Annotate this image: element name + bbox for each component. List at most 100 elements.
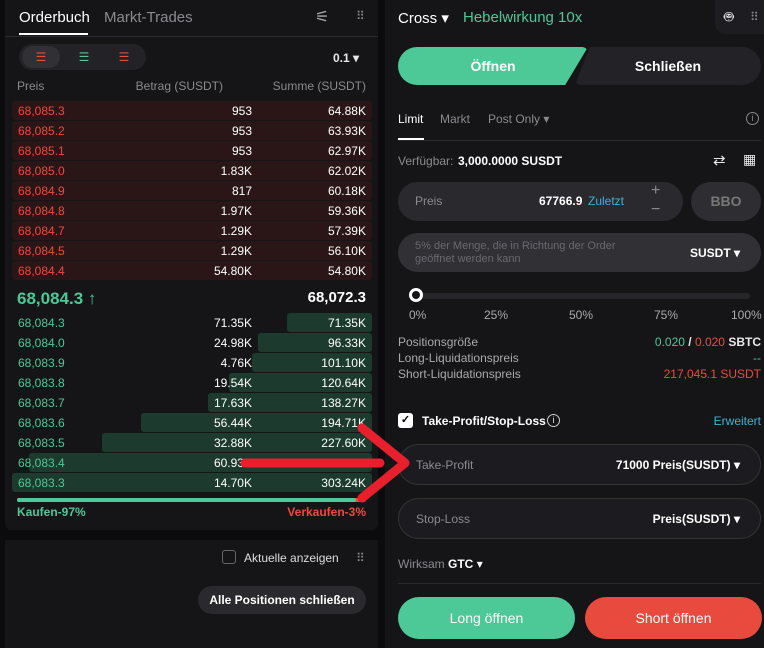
- amount: 17.63K: [213, 396, 252, 410]
- orderbook-panel: Orderbuch Markt-Trades ⚟ ⠿ ☰ ☰ ☰ 0.1 ▾ P…: [5, 0, 378, 530]
- amount: 1.29K: [220, 244, 252, 258]
- order-type-post-only[interactable]: Post Only ▾: [488, 112, 549, 126]
- amount-slider[interactable]: [409, 288, 750, 302]
- header-sum: Summe (SUSDT): [272, 79, 366, 93]
- depth-bar: [12, 121, 372, 140]
- price: 68,083.4: [18, 456, 65, 470]
- bid-row[interactable]: 68,083.4 60.93K 288.53K: [12, 453, 372, 472]
- tab-market-trades[interactable]: Markt-Trades: [104, 9, 193, 26]
- positions-panel: Aktuelle anzeigen ⠿ Alle Positionen schl…: [5, 540, 378, 648]
- position-short: 0.020: [694, 335, 725, 349]
- long-open-button[interactable]: Long öffnen: [398, 597, 575, 639]
- amount-unit-select[interactable]: SUSDT ▾: [690, 246, 740, 260]
- margin-mode-select[interactable]: Cross ▾: [398, 9, 449, 27]
- bid-row[interactable]: 68,083.5 32.88K 227.60K: [12, 433, 372, 452]
- tp-value-unit[interactable]: 71000 Preis(SUSDT) ▾: [616, 458, 740, 472]
- drag-handle-icon[interactable]: ⠿: [356, 9, 365, 23]
- drag-handle-icon[interactable]: ⠿: [356, 551, 365, 565]
- ask-row[interactable]: 68,084.5 1.29K 56.10K: [12, 241, 372, 260]
- price: 68,085.0: [18, 164, 65, 178]
- view-both-icon[interactable]: ☰: [22, 46, 60, 68]
- info-icon[interactable]: i: [746, 112, 759, 125]
- order-type-limit[interactable]: Limit: [398, 112, 423, 126]
- amount: 953: [231, 144, 252, 158]
- sum: 62.97K: [327, 144, 366, 158]
- slider-handle[interactable]: [409, 288, 423, 302]
- bid-row[interactable]: 68,083.8 19.54K 120.64K: [12, 373, 372, 392]
- bbo-button[interactable]: BBO: [691, 182, 761, 221]
- slider-mark-label[interactable]: 100%: [731, 308, 762, 322]
- order-type-market[interactable]: Markt: [440, 112, 470, 126]
- amount: 1.97K: [220, 204, 252, 218]
- view-bids-icon[interactable]: ☰: [69, 46, 99, 68]
- bid-row[interactable]: 68,084.0 24.98K 96.33K: [12, 333, 372, 352]
- slider-mark-label[interactable]: 75%: [654, 308, 678, 322]
- slider-mark-label[interactable]: 0%: [409, 308, 426, 322]
- ask-row[interactable]: 68,085.1 953 62.97K: [12, 141, 372, 160]
- drag-handle-icon[interactable]: ⠿: [750, 10, 759, 24]
- toolbar-corner: 🤖︎ ⠿: [715, 0, 764, 34]
- bid-row[interactable]: 68,084.3 71.35K 71.35K: [12, 313, 372, 332]
- depth-bar: [12, 181, 372, 200]
- ask-row[interactable]: 68,084.9 817 60.18K: [12, 181, 372, 200]
- precision-select[interactable]: 0.1 ▾: [333, 51, 359, 65]
- sum: 71.35K: [327, 316, 366, 330]
- sum: 303.24K: [321, 476, 366, 490]
- bid-row[interactable]: 68,083.3 14.70K 303.24K: [12, 473, 372, 492]
- buy-ratio-fill: [17, 498, 356, 502]
- decrement-button[interactable]: −: [651, 201, 660, 219]
- ask-row[interactable]: 68,085.0 1.83K 62.02K: [12, 161, 372, 180]
- view-toggle: ☰ ☰ ☰: [19, 44, 146, 70]
- position-size-label: Positionsgröße: [398, 335, 479, 349]
- sum: 57.39K: [327, 224, 366, 238]
- increment-button[interactable]: +: [651, 182, 660, 200]
- depth-bar: [12, 161, 372, 180]
- amount: 24.98K: [213, 336, 252, 350]
- robot-icon[interactable]: 🤖︎: [724, 7, 734, 29]
- close-tab[interactable]: Schließen: [575, 47, 761, 85]
- settings-sliders-icon[interactable]: ⚟: [315, 7, 329, 27]
- price-input[interactable]: Preis 67766.9 Zuletzt + −: [398, 182, 683, 221]
- tab-underline: [19, 33, 88, 35]
- bid-row[interactable]: 68,083.7 17.63K 138.27K: [12, 393, 372, 412]
- amount: 71.35K: [213, 316, 252, 330]
- slider-mark-label[interactable]: 25%: [484, 308, 508, 322]
- advanced-link[interactable]: Erweitert: [714, 414, 761, 428]
- sum: 138.27K: [321, 396, 366, 410]
- amount-input[interactable]: 5% der Menge, die in Richtung der Order …: [398, 233, 761, 272]
- short-open-button[interactable]: Short öffnen: [585, 597, 762, 639]
- ask-row[interactable]: 68,084.8 1.97K 59.36K: [12, 201, 372, 220]
- take-profit-input[interactable]: Take-Profit 71000 Preis(SUSDT) ▾: [398, 444, 761, 485]
- transfer-icon[interactable]: ⇄: [713, 151, 726, 169]
- price: 68,084.5: [18, 244, 65, 258]
- amount: 953: [231, 124, 252, 138]
- tpsl-checkbox[interactable]: ✓: [398, 413, 413, 428]
- tab-orderbook[interactable]: Orderbuch: [19, 9, 90, 26]
- leverage-button[interactable]: Hebelwirkung 10x: [463, 9, 582, 26]
- info-icon[interactable]: i: [547, 414, 560, 427]
- amount: 1.29K: [220, 224, 252, 238]
- stop-loss-input[interactable]: Stop-Loss Preis(SUSDT) ▾: [398, 498, 761, 539]
- close-all-positions-button[interactable]: Alle Positionen schließen: [198, 586, 366, 614]
- ask-row[interactable]: 68,084.4 54.80K 54.80K: [12, 261, 372, 280]
- sl-unit-select[interactable]: Preis(SUSDT) ▾: [653, 512, 740, 526]
- bid-row[interactable]: 68,083.6 56.44K 194.71K: [12, 413, 372, 432]
- price: 68,084.9: [18, 184, 65, 198]
- view-asks-icon[interactable]: ☰: [109, 46, 139, 68]
- show-current-checkbox[interactable]: [222, 550, 236, 564]
- ask-row[interactable]: 68,084.7 1.29K 57.39K: [12, 221, 372, 240]
- available-value: 3,000.0000 SUSDT: [458, 154, 563, 168]
- ask-row[interactable]: 68,085.3 953 64.88K: [12, 101, 372, 120]
- calculator-icon[interactable]: ▦: [743, 151, 756, 168]
- sell-ratio-label: Verkaufen-3%: [287, 505, 366, 519]
- price: 68,084.0: [18, 336, 65, 350]
- slider-mark-label[interactable]: 50%: [569, 308, 593, 322]
- ask-row[interactable]: 68,085.2 953 63.93K: [12, 121, 372, 140]
- open-tab[interactable]: Öffnen: [398, 47, 588, 85]
- available-label: Verfügbar:: [398, 154, 454, 168]
- time-in-force[interactable]: Wirksam GTC ▾: [398, 557, 483, 571]
- price-latest-link[interactable]: Zuletzt: [588, 194, 624, 208]
- mark-price: 68,072.3: [307, 289, 366, 306]
- sum: 60.18K: [327, 184, 366, 198]
- bid-row[interactable]: 68,083.9 4.76K 101.10K: [12, 353, 372, 372]
